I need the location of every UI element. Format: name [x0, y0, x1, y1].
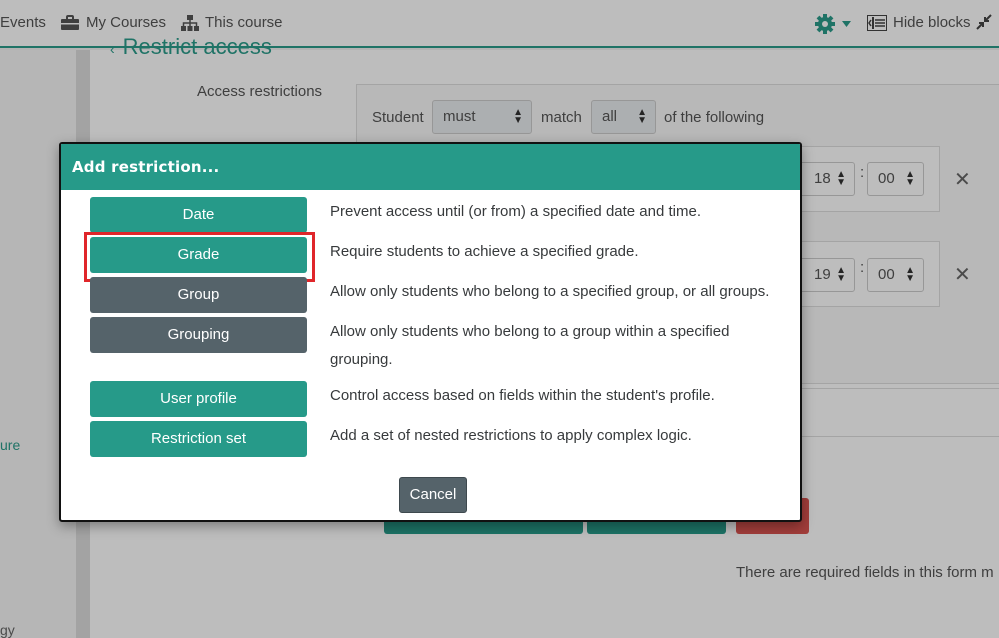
date-button[interactable]: Date [90, 197, 307, 233]
restriction-set-description: Add a set of nested restrictions to appl… [330, 427, 692, 444]
grouping-button[interactable]: Grouping [90, 317, 307, 353]
dialog-title: Add restriction... [72, 158, 220, 176]
restriction-set-button[interactable]: Restriction set [90, 421, 307, 457]
add-restriction-dialog: Add restriction... Date Prevent access u… [59, 142, 802, 522]
user-profile-description: Control access based on fields within th… [330, 387, 715, 404]
dialog-header: Add restriction... [61, 144, 800, 190]
user-profile-button[interactable]: User profile [90, 381, 307, 417]
grade-description: Require students to achieve a specified … [330, 243, 639, 260]
cancel-button[interactable]: Cancel [399, 477, 467, 513]
date-description: Prevent access until (or from) a specifi… [330, 203, 702, 220]
group-description: Allow only students who belong to a spec… [330, 283, 770, 300]
grouping-description: Allow only students who belong to a grou… [330, 323, 730, 368]
group-button[interactable]: Group [90, 277, 307, 313]
grade-button[interactable]: Grade [90, 237, 307, 273]
